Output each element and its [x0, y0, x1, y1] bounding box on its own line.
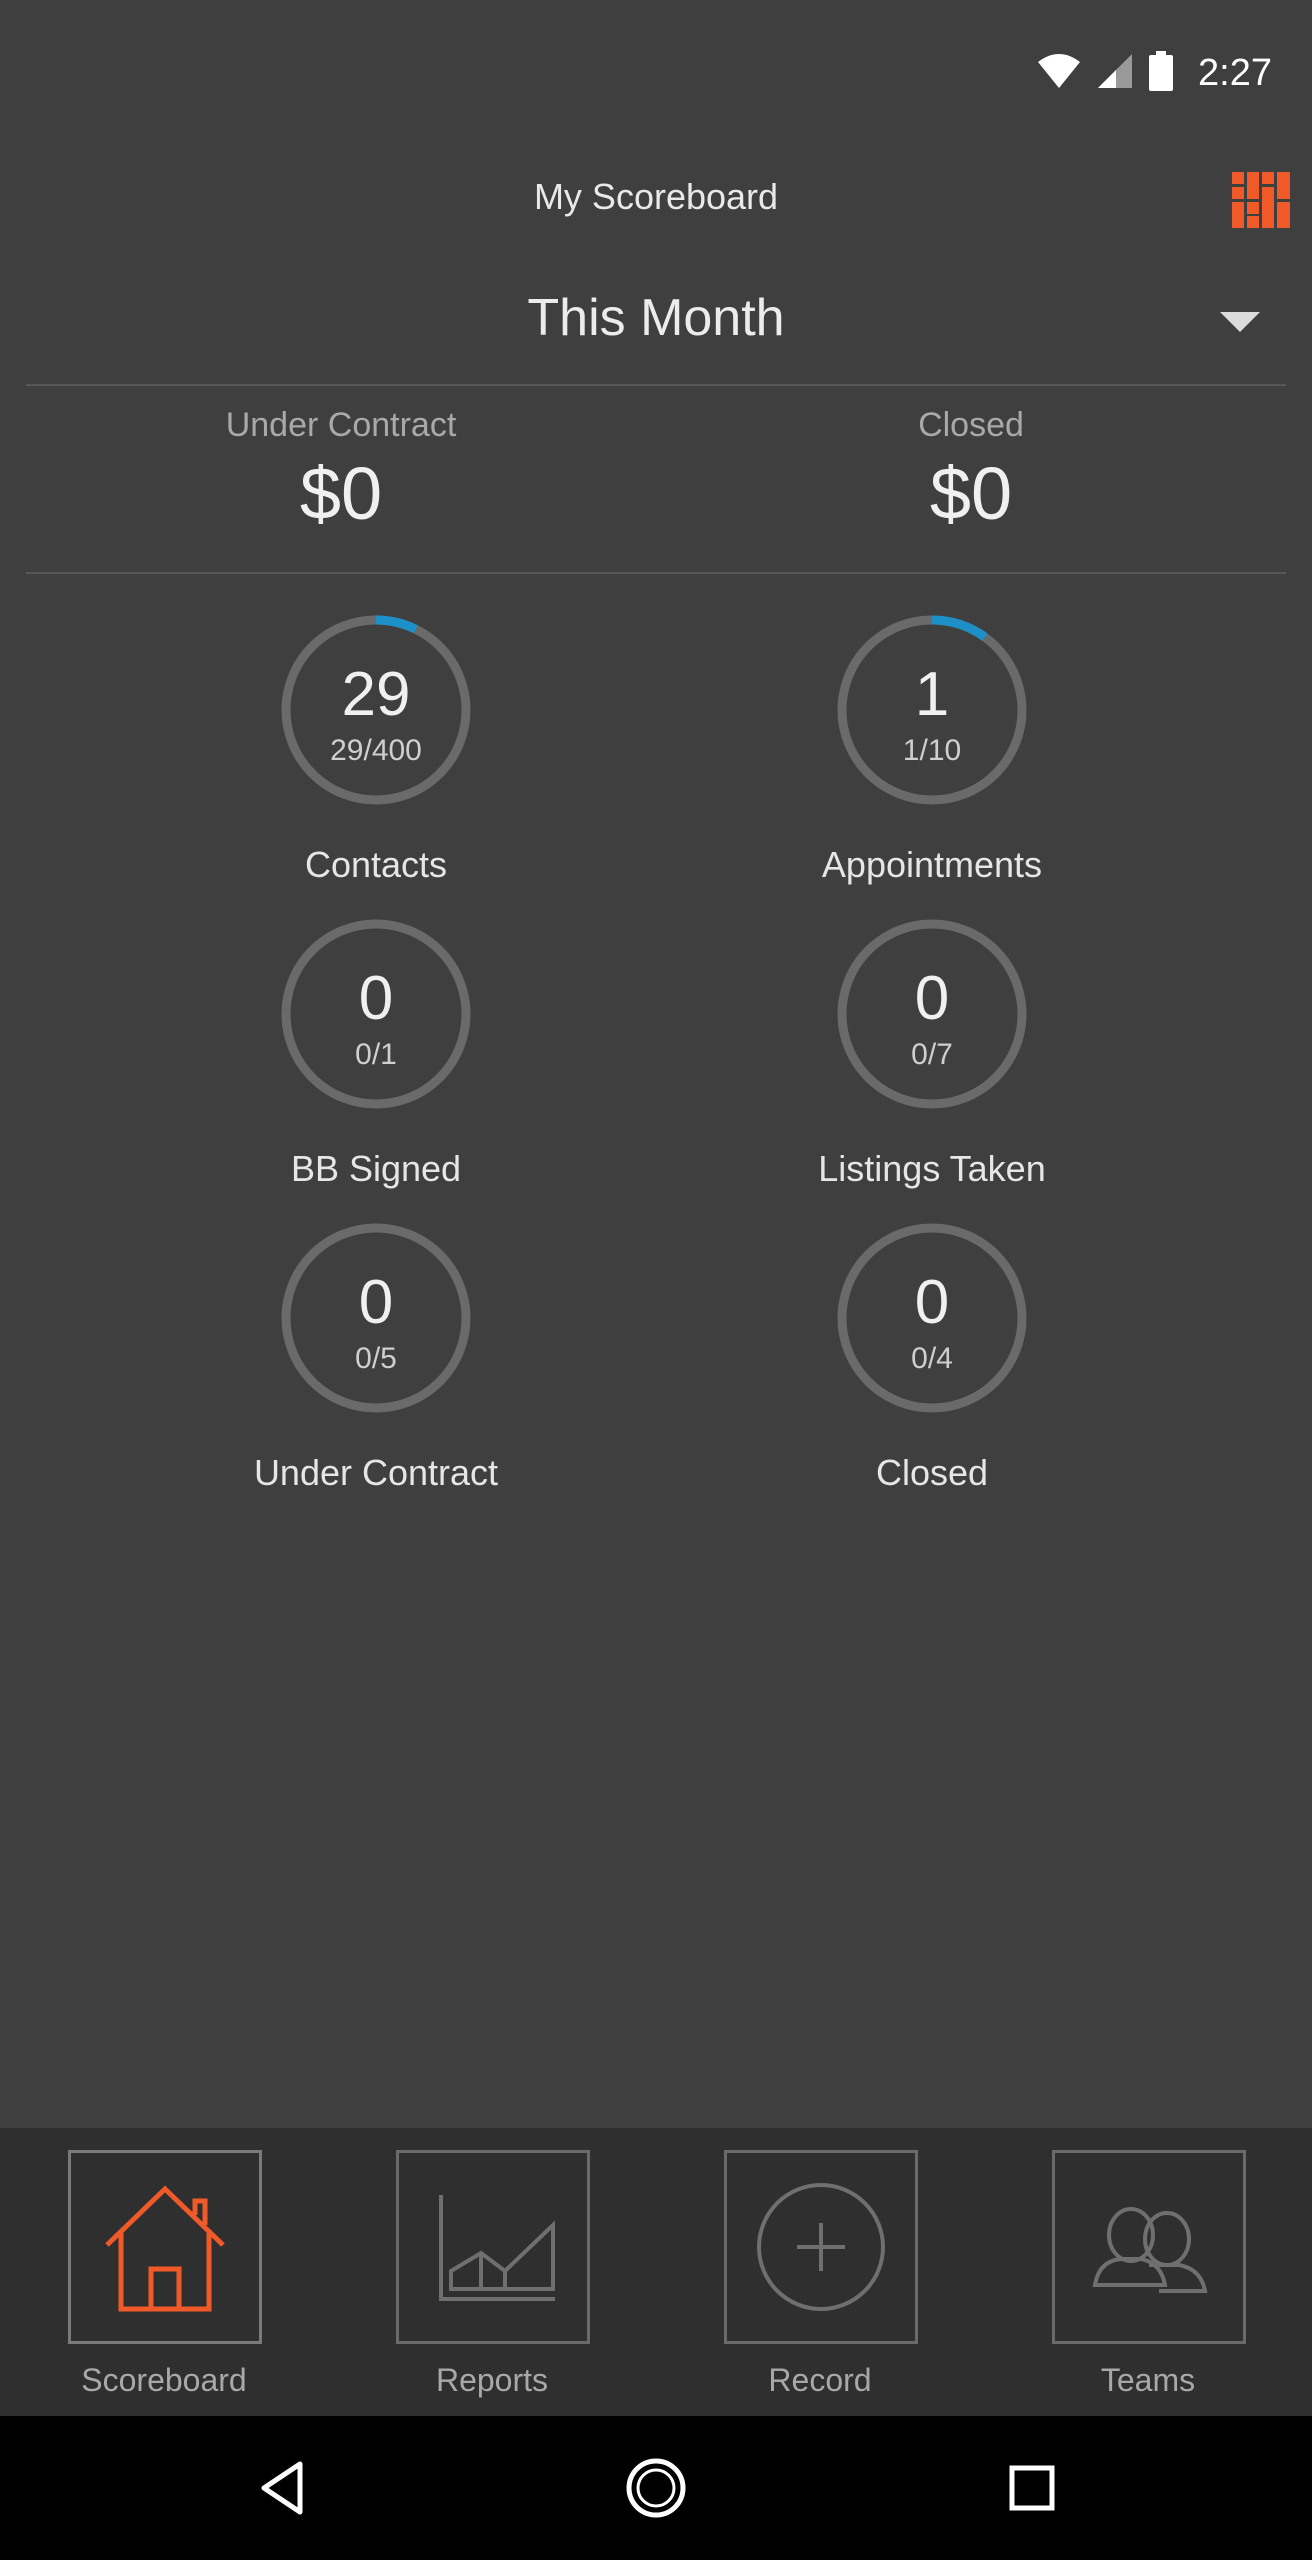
metric-appointments[interactable]: 1 1/10 Appointments [652, 612, 1212, 902]
metric-value: 29 [341, 660, 411, 729]
total-value: $0 [929, 452, 1013, 535]
grid-icon [1232, 172, 1290, 228]
metric-closed[interactable]: 0 0/4 Closed [652, 1220, 1212, 1510]
total-under-contract: Under Contract $0 [26, 406, 656, 536]
back-button[interactable] [252, 2456, 316, 2520]
progress-ring: 0 0/5 [278, 1220, 474, 1416]
nav-record[interactable]: Record [656, 2150, 984, 2410]
metric-label: Closed [875, 1452, 989, 1493]
nav-reports[interactable]: Reports [328, 2150, 656, 2410]
metric-value: 1 [914, 660, 950, 729]
dropdown-arrow-icon [1220, 312, 1260, 332]
metric-label: Appointments [821, 844, 1043, 885]
grid-view-button[interactable] [1232, 172, 1290, 228]
metric-label: Listings Taken [818, 1148, 1046, 1189]
metric-progress-text: 29/400 [330, 734, 422, 767]
people-icon [1092, 2207, 1208, 2293]
period-label: This Month [527, 289, 785, 347]
battery-icon [1148, 50, 1174, 96]
progress-ring: 0 0/4 [834, 1220, 1030, 1416]
metric-label: Under Contract [253, 1452, 499, 1493]
wifi-icon [1036, 52, 1082, 95]
nav-icon-box [1052, 2150, 1246, 2344]
back-icon [261, 2461, 303, 2515]
metric-bb-signed[interactable]: 0 0/1 BB Signed [96, 916, 656, 1206]
bottom-navigation: Scoreboard Reports Record Teams [0, 2128, 1312, 2416]
total-label: Closed [918, 406, 1024, 444]
metric-contacts[interactable]: 29 29/400 Contacts [96, 612, 656, 902]
metric-under-contract[interactable]: 0 0/5 Under Contract [96, 1220, 656, 1510]
metric-value: 0 [358, 1268, 394, 1337]
nav-scoreboard[interactable]: Scoreboard [0, 2150, 328, 2410]
home-icon [105, 2185, 225, 2312]
progress-ring: 1 1/10 [834, 612, 1030, 808]
metric-listings-taken[interactable]: 0 0/7 Listings Taken [652, 916, 1212, 1206]
app-header: My Scoreboard [0, 146, 1312, 256]
plus-circle-icon [757, 2183, 885, 2311]
nav-label: Record [768, 2362, 872, 2398]
metric-value: 0 [914, 1268, 950, 1337]
metric-label: Contacts [304, 844, 448, 885]
progress-ring: 29 29/400 [278, 612, 474, 808]
nav-icon-box [68, 2150, 262, 2344]
metric-value: 0 [914, 964, 950, 1033]
nav-label: Scoreboard [81, 2362, 247, 2398]
metric-value: 0 [358, 964, 394, 1033]
progress-ring: 0 0/1 [278, 916, 474, 1112]
total-value: $0 [299, 452, 383, 535]
progress-ring: 0 0/7 [834, 916, 1030, 1112]
home-circle-icon [626, 2458, 686, 2518]
nav-icon-box [396, 2150, 590, 2344]
metric-label: BB Signed [290, 1148, 462, 1189]
total-label: Under Contract [225, 406, 457, 444]
status-bar: 2:27 [0, 0, 1312, 146]
metric-progress-text: 0/5 [355, 1342, 397, 1375]
system-navigation-bar [0, 2416, 1312, 2560]
metric-progress-text: 0/7 [911, 1038, 953, 1071]
page-title: My Scoreboard [533, 176, 779, 217]
period-selector[interactable]: This Month [26, 262, 1286, 386]
total-closed: Closed $0 [656, 406, 1286, 536]
metric-progress-text: 0/1 [355, 1038, 397, 1071]
nav-label: Reports [435, 2362, 549, 2398]
recents-button[interactable] [1000, 2456, 1064, 2520]
nav-label: Teams [1100, 2362, 1196, 2398]
metric-progress-text: 1/10 [902, 734, 962, 767]
home-button[interactable] [624, 2456, 688, 2520]
chart-icon [439, 2195, 555, 2301]
totals-summary: Under Contract $0 Closed $0 [26, 386, 1286, 574]
signal-icon [1096, 52, 1134, 95]
nav-teams[interactable]: Teams [984, 2150, 1312, 2410]
metric-progress-text: 0/4 [911, 1342, 953, 1375]
nav-icon-box [724, 2150, 918, 2344]
recents-icon [1009, 2465, 1055, 2511]
status-time: 2:27 [1198, 51, 1272, 94]
status-icons: 2:27 [1036, 48, 1272, 98]
